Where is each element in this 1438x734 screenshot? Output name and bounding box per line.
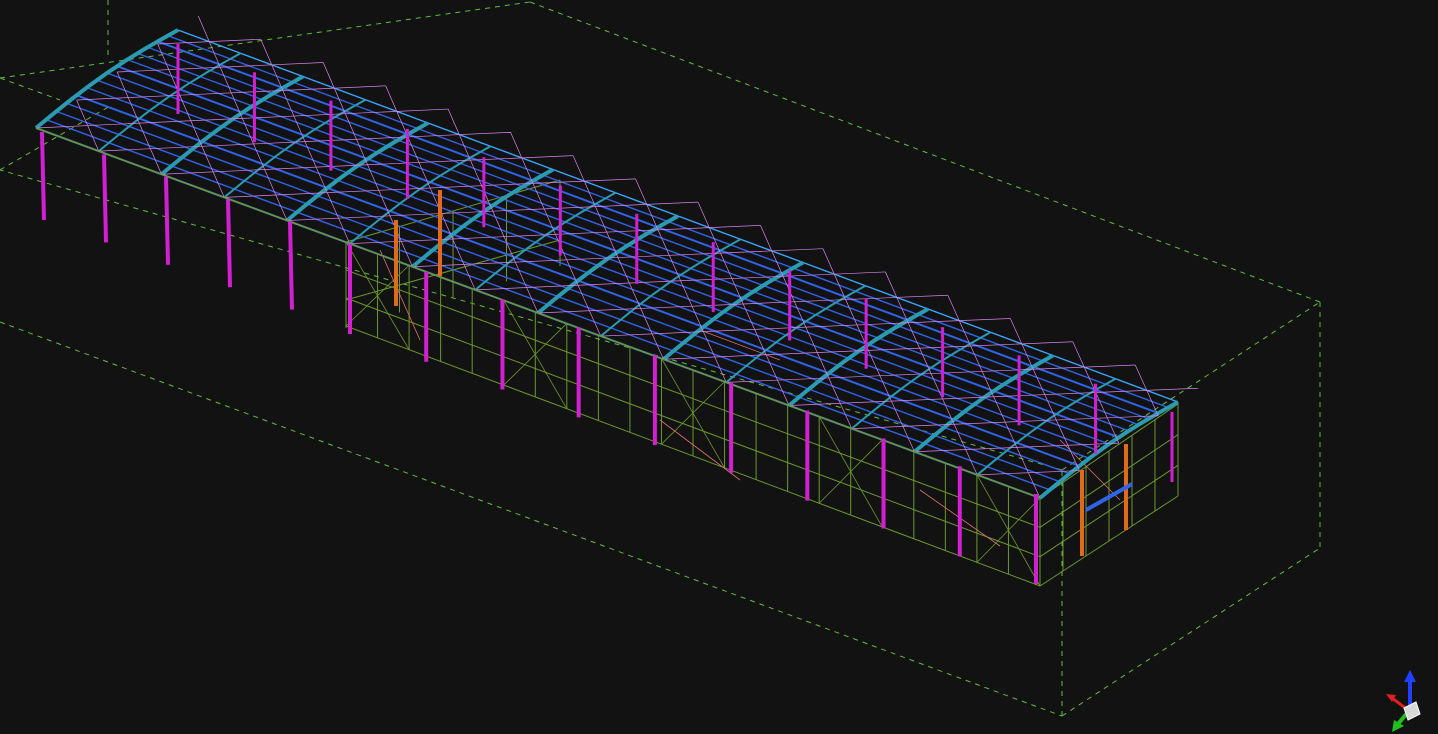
axis-y-icon <box>1392 710 1410 732</box>
wall-bracing-diagonal <box>1059 439 1121 501</box>
axis-triad[interactable] <box>1380 666 1438 734</box>
bounding-box-edge <box>529 1 1321 303</box>
column <box>40 131 46 221</box>
wall-bracing-diagonal <box>699 329 781 361</box>
axis-origin-icon <box>1403 701 1421 721</box>
bounding-box-edge <box>0 77 61 101</box>
column <box>226 199 232 288</box>
model-3d-viewport[interactable] <box>0 0 1438 734</box>
bounding-box-edge <box>0 105 111 171</box>
wall-bracing-diagonal <box>659 419 741 481</box>
bounding-box-edge <box>0 1 531 79</box>
roof-structure <box>34 15 1198 500</box>
column <box>102 154 108 243</box>
column <box>164 176 170 265</box>
bounding-box-edge <box>1061 547 1321 717</box>
bounding-box-edge <box>0 321 1063 717</box>
column <box>288 221 294 310</box>
bounding-box-edge <box>0 169 1063 471</box>
model-wireframe <box>0 0 1321 717</box>
